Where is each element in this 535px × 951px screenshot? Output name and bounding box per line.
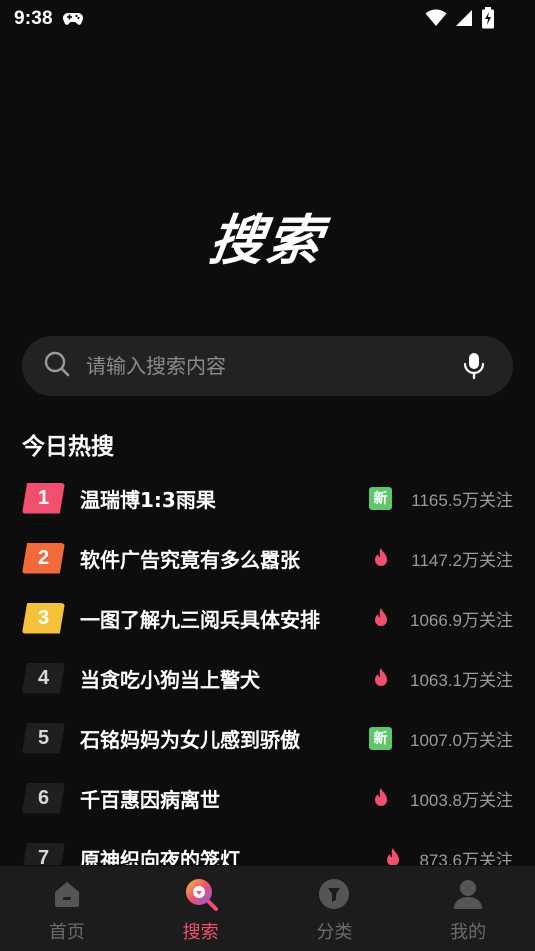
signal-icon: [455, 9, 473, 31]
hot-item-count: 1003.8万关注: [410, 790, 513, 810]
nav-label: 首页: [48, 922, 85, 943]
hot-list-item[interactable]: 4 当贪吃小狗当上警犬 1063.1万关注: [0, 648, 535, 708]
profile-icon: [450, 876, 486, 912]
hot-list-item[interactable]: 7 原神织向夜的笼灯 873.6万关注: [0, 828, 535, 865]
home-icon: [49, 876, 85, 912]
hot-item-count: 1147.2万关注: [411, 550, 513, 570]
rank-badge: 5: [22, 722, 65, 754]
search-nav-icon: [183, 876, 219, 912]
rank-badge: 3: [22, 602, 65, 634]
hot-section-title: 今日热搜: [22, 434, 114, 460]
hot-item-count: 1063.1万关注: [410, 670, 513, 690]
battery-charging-icon: [481, 7, 495, 33]
flame-icon: [369, 547, 392, 570]
nav-item-profile[interactable]: 我的: [401, 866, 535, 951]
rank-badge: 6: [22, 782, 65, 814]
hot-list-item[interactable]: 1 温瑞博1:3雨果 新 1165.5万关注: [0, 468, 535, 528]
status-bar: 9:38: [0, 0, 535, 38]
new-tag-icon: 新: [369, 726, 392, 750]
nav-item-category[interactable]: 分类: [268, 866, 402, 951]
rank-badge: 7: [22, 842, 65, 865]
hot-list-item[interactable]: 3 一图了解九三阅兵具体安排 1066.9万关注: [0, 588, 535, 648]
hot-item-title: 当贪吃小狗当上警犬: [80, 667, 260, 692]
status-time: 9:38: [14, 8, 53, 29]
hot-item-count: 1165.5万关注: [411, 490, 513, 510]
search-input[interactable]: [86, 354, 457, 378]
hot-list: 1 温瑞博1:3雨果 新 1165.5万关注 2 软件广告究竟有多么嚣张 114…: [0, 468, 535, 865]
new-tag-icon: 新: [369, 486, 392, 510]
search-icon: [44, 351, 70, 381]
hot-item-count: 873.6万关注: [419, 850, 513, 866]
hot-list-item[interactable]: 2 软件广告究竟有多么嚣张 1147.2万关注: [0, 528, 535, 588]
gamepad-icon: [62, 12, 83, 26]
hot-item-title: 软件广告究竟有多么嚣张: [80, 547, 300, 572]
rank-badge: 1: [22, 482, 65, 514]
search-bar[interactable]: [22, 336, 513, 396]
hot-list-item[interactable]: 5 石铭妈妈为女儿感到骄傲 新 1007.0万关注: [0, 708, 535, 768]
flame-icon: [369, 607, 392, 630]
nav-label: 我的: [450, 922, 487, 943]
page-title: 搜索: [205, 209, 329, 272]
wifi-icon: [425, 9, 447, 31]
bottom-nav: 首页 搜索 分类 我的: [0, 866, 535, 951]
flame-icon: [369, 667, 392, 690]
hot-item-count: 1066.9万关注: [410, 610, 513, 630]
rank-badge: 2: [22, 542, 65, 574]
nav-item-home[interactable]: 首页: [0, 866, 134, 951]
hot-item-title: 温瑞博1:3雨果: [80, 487, 216, 512]
flame-icon: [381, 847, 404, 865]
hot-list-item[interactable]: 6 千百惠因病离世 1003.8万关注: [0, 768, 535, 828]
hot-item-title: 原神织向夜的笼灯: [80, 847, 240, 866]
hot-item-count: 1007.0万关注: [410, 730, 513, 750]
hot-item-title: 一图了解九三阅兵具体安排: [80, 607, 320, 632]
microphone-icon[interactable]: [457, 349, 491, 383]
hot-item-title: 千百惠因病离世: [80, 787, 220, 812]
nav-item-search[interactable]: 搜索: [134, 866, 268, 951]
nav-label: 分类: [316, 922, 353, 943]
rank-badge: 4: [22, 662, 65, 694]
flame-icon: [369, 787, 392, 810]
nav-label: 搜索: [182, 922, 219, 943]
category-icon: [316, 876, 352, 912]
hot-item-title: 石铭妈妈为女儿感到骄傲: [80, 727, 300, 752]
